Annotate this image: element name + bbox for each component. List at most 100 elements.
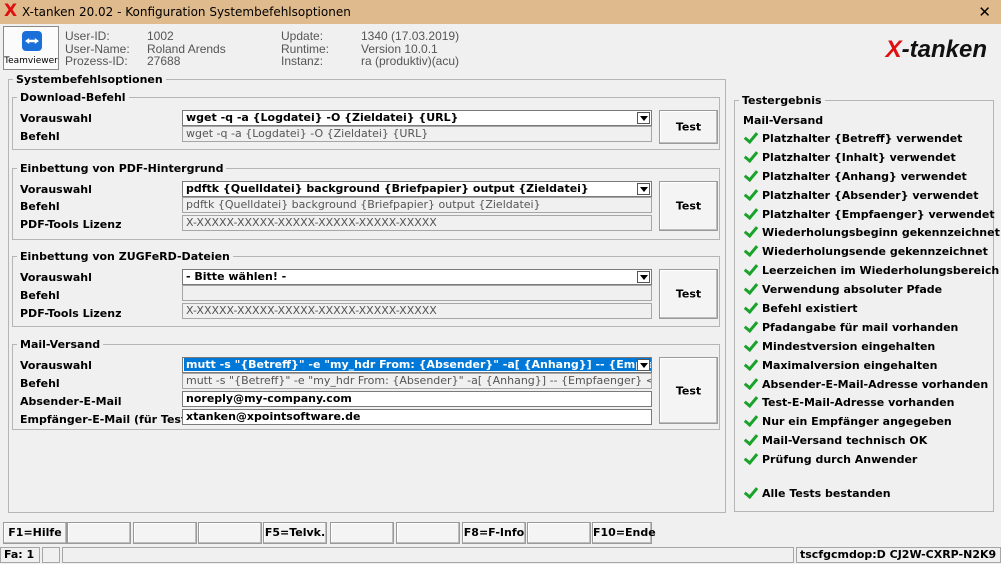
group-legend: Einbettung von ZUGFeRD-Dateien [20, 250, 230, 263]
pdf-befehl-field[interactable]: pdftk {Quelldatei} background {Briefpapi… [182, 197, 652, 213]
info-labels-right: Update: Runtime: Instanz: [281, 30, 329, 68]
checkmark-icon [743, 168, 757, 182]
results-heading: Mail-Versand [743, 114, 824, 127]
teamviewer-label: Teamviewer [4, 56, 58, 66]
result-text: Platzhalter {Absender} verwendet [762, 188, 979, 202]
download-test-button[interactable]: Test [659, 110, 718, 144]
zugferd-befehl-field[interactable] [182, 285, 652, 301]
checkmark-icon [743, 338, 757, 352]
chevron-down-icon[interactable] [637, 359, 650, 371]
status-right: tscfgcmdop:D CJ2W-CXRP-N2K9 [796, 547, 1001, 563]
result-text: Mindestversion eingehalten [762, 339, 936, 353]
app-logo-icon: X [4, 1, 18, 21]
mail-befehl-field[interactable]: mutt -s "{Betreff}" -e "my_hdr From: {Ab… [182, 373, 652, 389]
close-icon[interactable]: ✕ [978, 3, 991, 21]
mail-empfaenger-label: Empfänger-E-Mail (für Test) [20, 413, 192, 426]
pdf-befehl-label: Befehl [20, 200, 60, 213]
chevron-down-icon[interactable] [637, 112, 650, 124]
mail-befehl-label: Befehl [20, 377, 60, 390]
pdf-vorauswahl-select[interactable]: pdftk {Quelldatei} background {Briefpapi… [182, 181, 652, 197]
mail-absender-label: Absender-E-Mail [20, 395, 122, 408]
function-key-9[interactable] [527, 522, 591, 544]
teamviewer-icon [22, 31, 42, 51]
status-middle [62, 547, 794, 563]
select-value: wget -q -a {Logdatei} -O {Zieldatei} {UR… [186, 111, 459, 124]
instance-value: ra (produktiv)(acu) [361, 54, 460, 68]
brand-logo: X-tanken [885, 36, 987, 63]
group-legend: Systembefehlsoptionen [16, 73, 163, 86]
download-vorauswahl-label: Vorauswahl [20, 112, 92, 125]
mail-vorauswahl-label: Vorauswahl [20, 359, 92, 372]
process-id: 27688 [147, 54, 181, 68]
result-text: Test-E-Mail-Adresse vorhanden [762, 396, 955, 410]
absender-email-field[interactable]: noreply@my-company.com [182, 391, 652, 407]
info-labels-left: User-ID: User-Name: Prozess-ID: [65, 30, 130, 68]
function-key-6[interactable] [330, 522, 394, 544]
status-left: Fa: 1 [0, 547, 40, 563]
teamviewer-button[interactable]: Teamviewer [3, 26, 59, 70]
function-key-5[interactable]: F5=Telvk. [263, 522, 327, 544]
checkmark-icon [743, 451, 757, 465]
zugferd-test-button[interactable]: Test [659, 269, 718, 319]
pdf-vorauswahl-label: Vorauswahl [20, 183, 92, 196]
info-label: User-ID: [65, 29, 110, 43]
checkmark-icon [743, 432, 757, 446]
checkmark-icon [743, 394, 757, 408]
result-text: Alle Tests bestanden [762, 487, 891, 500]
checkmark-icon [743, 281, 757, 295]
checkmark-icon [743, 149, 757, 163]
pdf-lizenz-field[interactable]: X-XXXXX-XXXXX-XXXXX-XXXXX-XXXXX-XXXXX [182, 215, 652, 231]
function-key-7[interactable] [396, 522, 460, 544]
empfaenger-email-field[interactable]: xtanken@xpointsoftware.de [182, 409, 652, 425]
zugferd-lizenz-field[interactable]: X-XXXXX-XXXXX-XXXXX-XXXXX-XXXXX-XXXXX [182, 303, 652, 319]
download-befehl-field[interactable]: wget -q -a {Logdatei} -O {Zieldatei} {UR… [182, 126, 652, 142]
pdf-lizenz-label: PDF-Tools Lizenz [20, 218, 122, 231]
result-text: Leerzeichen im Wiederholungsbereich [762, 264, 1000, 278]
function-key-3[interactable] [133, 522, 197, 544]
mail-vorauswahl-select[interactable]: mutt -s "{Betreff}" -e "my_hdr From: {Ab… [182, 357, 652, 373]
zugferd-befehl-label: Befehl [20, 289, 60, 302]
checkmark-icon [743, 130, 757, 144]
select-value: - Bitte wählen! - [186, 270, 287, 283]
chevron-down-icon[interactable] [637, 183, 650, 195]
checkmark-icon [743, 300, 757, 314]
group-legend: Download-Befehl [20, 91, 126, 104]
result-text: Befehl existiert [762, 302, 858, 316]
select-value: pdftk {Quelldatei} background {Briefpapi… [186, 182, 589, 195]
result-text: Wiederholungsbeginn gekennzeichnet [762, 226, 1000, 240]
checkmark-icon [743, 243, 757, 257]
result-text: Platzhalter {Anhang} verwendet [762, 169, 967, 183]
zugferd-lizenz-label: PDF-Tools Lizenz [20, 307, 122, 320]
checkmark-icon [743, 376, 757, 390]
function-key-bar: F1=Hilfe F5=Telvk. F8=F-Info F10=Ende [0, 522, 1001, 546]
result-text: Verwendung absoluter Pfade [762, 283, 943, 297]
checkmark-icon [743, 357, 757, 371]
zugferd-vorauswahl-select[interactable]: - Bitte wählen! - [182, 269, 652, 285]
checkmark-icon [743, 413, 757, 427]
function-key-8[interactable]: F8=F-Info [462, 522, 526, 544]
chevron-down-icon[interactable] [637, 271, 650, 283]
update-value: 1340 (17.03.2019) [361, 29, 460, 43]
result-text: Platzhalter {Betreff} verwendet [762, 132, 963, 145]
function-key-10[interactable]: F10=Ende [592, 522, 656, 544]
checkmark-icon [743, 187, 757, 201]
download-vorauswahl-select[interactable]: wget -q -a {Logdatei} -O {Zieldatei} {UR… [182, 110, 652, 126]
title-bar: X X-tanken 20.02 - Konfiguration Systemb… [0, 0, 1001, 24]
function-key-2[interactable] [67, 522, 131, 544]
info-label: Update: [281, 29, 324, 43]
group-legend: Einbettung von PDF-Hintergrund [20, 162, 224, 175]
checkmark-icon [743, 262, 757, 276]
info-values-left: 1002 Roland Arends 27688 [147, 30, 226, 68]
group-legend: Mail-Versand [20, 338, 101, 351]
download-befehl-label: Befehl [20, 130, 60, 143]
result-text: Prüfung durch Anwender [762, 453, 918, 467]
mail-test-button[interactable]: Test [659, 357, 718, 424]
result-text: Maximalversion eingehalten [762, 358, 938, 372]
checkmark-icon [743, 224, 757, 238]
function-key-4[interactable] [198, 522, 262, 544]
function-key-1[interactable]: F1=Hilfe [3, 522, 67, 544]
checkmark-icon [743, 319, 757, 333]
group-legend: Testergebnis [742, 94, 822, 107]
result-text: Platzhalter {Empfaenger} verwendet [762, 207, 995, 221]
pdf-test-button[interactable]: Test [659, 181, 718, 231]
